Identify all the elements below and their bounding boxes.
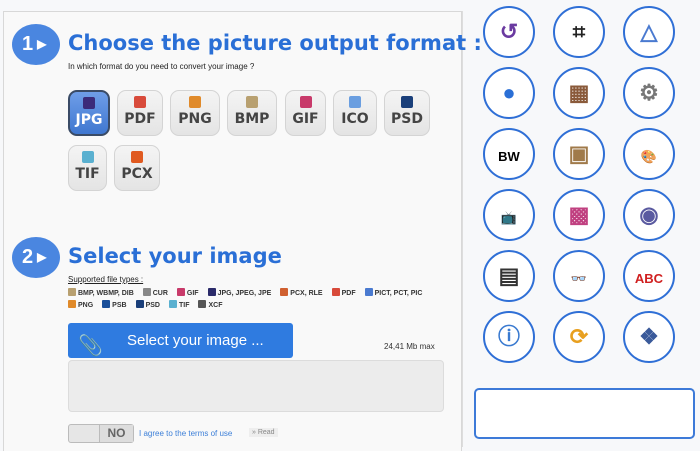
- black-white-icon: BW: [498, 149, 520, 164]
- file-type: PICT, PCT, PIC: [364, 288, 422, 297]
- file-type: PDF: [331, 288, 356, 297]
- format-gif-button[interactable]: GIF: [285, 90, 326, 136]
- info-tool-button[interactable]: ⓘ: [483, 311, 535, 363]
- format-bmp-button[interactable]: BMP: [227, 90, 277, 136]
- max-size: 24,41 Mb max: [384, 342, 435, 351]
- supported-types-row: PNG PSB PSD TIF XCF: [68, 300, 231, 309]
- format-jpg-button[interactable]: JPG: [68, 90, 110, 136]
- format-png-button[interactable]: PNG: [170, 90, 220, 136]
- info-box: [474, 388, 695, 439]
- mirror-tool-button[interactable]: △: [623, 6, 675, 58]
- png-icon: [189, 96, 201, 108]
- 3d-glasses-tool-button[interactable]: 👓: [553, 250, 605, 302]
- formats-icon: ❖: [639, 324, 659, 349]
- sketch-icon: ▤: [498, 263, 520, 288]
- mirror-icon: △: [640, 19, 658, 44]
- file-type-icon: [198, 300, 207, 308]
- step-2-title: Select your image: [68, 244, 282, 268]
- resize-tool-button[interactable]: ●: [483, 67, 535, 119]
- supported-types-row: BMP, WBMP, DIB CUR GIF JPG, JPEG, JPE PCX, R…: [68, 288, 431, 297]
- resize-icon: ●: [502, 80, 516, 105]
- pop-art-icon: ▩: [568, 202, 590, 227]
- palette-tool-button[interactable]: 🎨: [623, 128, 675, 180]
- compress-icon: ⚙: [639, 80, 659, 105]
- pcx-icon: [131, 151, 143, 163]
- sphere-tool-button[interactable]: ◉: [623, 189, 675, 241]
- formats-tool-button[interactable]: ❖: [623, 311, 675, 363]
- file-type-icon: [102, 300, 111, 308]
- file-type: PNG: [68, 300, 93, 309]
- tif-icon: [81, 151, 94, 163]
- format-tif-button[interactable]: TIF: [68, 145, 107, 191]
- 3d-glasses-icon: 👓: [570, 271, 588, 286]
- terms-label[interactable]: I agree to the terms of use: [139, 429, 232, 438]
- tv-icon: 📺: [500, 210, 518, 225]
- format-pcx-button[interactable]: PCX: [114, 145, 160, 191]
- file-type: CUR: [142, 288, 168, 297]
- palette-icon: 🎨: [640, 149, 658, 164]
- sketch-tool-button[interactable]: ▤: [483, 250, 535, 302]
- bmp-icon: [246, 96, 258, 108]
- file-type: GIF: [176, 288, 199, 297]
- file-type-icon: [331, 288, 340, 296]
- file-type-icon: [364, 288, 373, 296]
- pdf-icon: [134, 96, 146, 108]
- format-psd-button[interactable]: PSD: [384, 90, 430, 136]
- paperclip-icon: 📎: [78, 335, 103, 357]
- pop-art-tool-button[interactable]: ▩: [553, 189, 605, 241]
- psd-icon: [401, 96, 413, 108]
- file-type-icon: [168, 300, 177, 308]
- rotate-tool-button[interactable]: ↺: [483, 6, 535, 58]
- gif-icon: [299, 96, 312, 108]
- file-type-icon: [176, 288, 185, 296]
- crop-icon: ⌗: [572, 19, 586, 44]
- format-ico-button[interactable]: ICO: [333, 90, 377, 136]
- info-icon: ⓘ: [497, 324, 520, 349]
- step-1-title: Choose the picture output format :: [68, 31, 482, 55]
- file-type: TIF: [168, 300, 189, 309]
- step-1-badge: 1 ▶: [12, 24, 60, 65]
- compress-tool-button[interactable]: ⚙: [623, 67, 675, 119]
- sphere-icon: ◉: [639, 202, 659, 227]
- collage-tool-button[interactable]: ▦: [553, 67, 605, 119]
- divider: [462, 11, 463, 447]
- black-white-tool-button[interactable]: BW: [483, 128, 535, 180]
- supported-types-label: Supported file types :: [68, 275, 144, 284]
- file-type-icon: [68, 300, 76, 308]
- file-type-icon: [142, 288, 151, 296]
- sepia-tool-button[interactable]: ▣: [553, 128, 605, 180]
- stamp-tool-button[interactable]: ABC: [623, 250, 675, 302]
- step-1-subtitle: In which format do you need to convert y…: [68, 62, 255, 71]
- sepia-icon: ▣: [568, 141, 590, 166]
- read-terms-link[interactable]: » Read: [249, 428, 278, 437]
- format-pdf-button[interactable]: PDF: [117, 90, 163, 136]
- file-type: PCX, RLE: [280, 288, 323, 297]
- convert-icon: ⟳: [569, 324, 589, 349]
- select-image-button[interactable]: 📎 Select your image ...: [68, 323, 293, 358]
- file-type: PSD: [135, 300, 160, 309]
- file-type: BMP, WBMP, DIB: [68, 288, 134, 297]
- rotate-icon: ↺: [499, 19, 519, 44]
- file-type: JPG, JPEG, JPE: [207, 288, 271, 297]
- file-type-icon: [280, 288, 289, 296]
- file-type-icon: [68, 288, 76, 296]
- convert-tool-button[interactable]: ⟳: [553, 311, 605, 363]
- terms-toggle[interactable]: NO: [68, 424, 134, 443]
- jpg-icon: [83, 97, 95, 109]
- file-type: XCF: [198, 300, 222, 309]
- crop-tool-button[interactable]: ⌗: [553, 6, 605, 58]
- stamp-icon: ABC: [634, 271, 664, 286]
- ico-icon: [349, 96, 361, 108]
- step-2-badge: 2 ▶: [12, 237, 60, 278]
- collage-icon: ▦: [568, 80, 590, 105]
- tv-tool-button[interactable]: 📺: [483, 189, 535, 241]
- file-type-icon: [135, 300, 144, 308]
- file-type-icon: [207, 288, 216, 296]
- file-drop-area[interactable]: [68, 360, 444, 412]
- file-type: PSB: [102, 300, 127, 309]
